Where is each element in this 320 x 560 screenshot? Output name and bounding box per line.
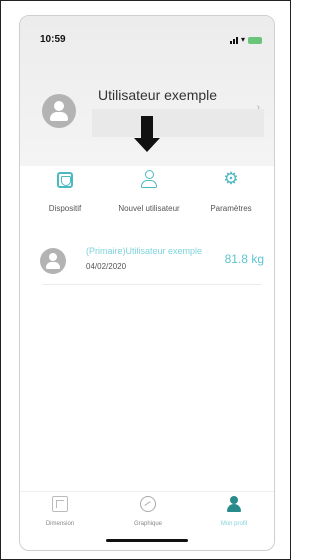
header-avatar[interactable] — [42, 94, 76, 128]
user-name: (Primaire)Utilisateur exemple — [86, 246, 203, 256]
header-user-name[interactable]: Utilisateur exemple — [98, 87, 217, 103]
battery-icon — [248, 36, 262, 44]
tab-chart-label: Graphique — [133, 521, 163, 527]
tabbar-divider — [20, 491, 274, 492]
tab-dimension[interactable]: Dimension — [20, 496, 100, 527]
screenshot-frame: 10:59 ▾ Utilisateur exemple › Dispositif — [0, 0, 291, 560]
tab-profile[interactable]: Mon profil — [194, 496, 274, 527]
signal-icon — [229, 36, 238, 44]
device-icon — [57, 172, 73, 188]
chart-icon — [140, 496, 156, 512]
new-user-label: Nouvel utilisateur — [118, 204, 180, 213]
measurement-date: 04/02/2020 — [86, 262, 127, 271]
divider — [42, 284, 262, 285]
user-avatar — [40, 248, 66, 274]
phone-screen: 10:59 ▾ Utilisateur exemple › Dispositif — [19, 15, 275, 551]
redacted-area — [92, 109, 264, 137]
dimension-icon — [52, 496, 68, 512]
tab-profile-label: Mon profil — [220, 521, 248, 527]
status-time: 10:59 — [40, 34, 66, 45]
tab-chart[interactable]: Graphique — [108, 496, 188, 527]
weight-value: 81.8 kg — [224, 252, 264, 266]
settings-button[interactable]: ⚙ Paramètres — [186, 169, 274, 214]
add-user-icon — [140, 170, 158, 190]
action-bar: Dispositif Nouvel utilisateur ⚙ Paramètr… — [20, 170, 274, 230]
device-button[interactable]: Dispositif — [20, 170, 110, 213]
status-icons: ▾ — [229, 35, 262, 44]
profile-icon — [226, 496, 242, 512]
down-arrow-annotation-icon — [134, 116, 160, 156]
tab-dimension-label: Dimension — [45, 521, 75, 527]
settings-label: Paramètres — [210, 204, 252, 213]
wifi-icon: ▾ — [240, 35, 245, 44]
home-indicator — [106, 539, 188, 542]
new-user-button[interactable]: Nouvel utilisateur — [104, 170, 194, 213]
user-list-item[interactable]: (Primaire)Utilisateur exemple 04/02/2020… — [34, 244, 264, 284]
device-label: Dispositif — [48, 204, 82, 213]
gear-icon: ⚙ — [223, 169, 239, 188]
